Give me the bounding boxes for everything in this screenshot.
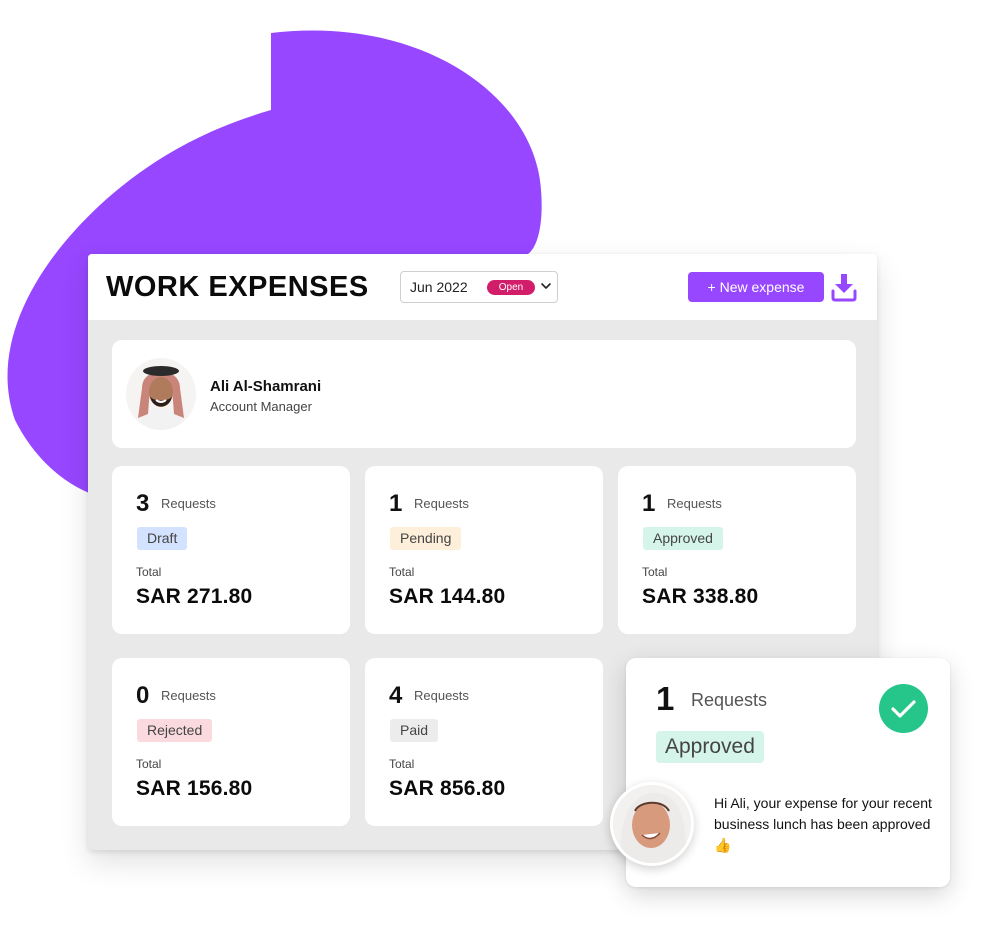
download-icon[interactable] bbox=[830, 272, 858, 302]
requests-label: Requests bbox=[667, 496, 722, 511]
status-badge: Draft bbox=[137, 527, 188, 550]
stat-card-rejected[interactable]: 0 Requests Rejected Total SAR 156.80 bbox=[112, 658, 350, 826]
total-label: Total bbox=[136, 757, 162, 771]
profile-card: Ali Al-Shamrani Account Manager bbox=[112, 340, 856, 448]
sender-avatar bbox=[610, 782, 694, 866]
request-count: 3 bbox=[136, 490, 150, 517]
request-count: 4 bbox=[389, 682, 403, 709]
total-label: Total bbox=[642, 565, 668, 579]
stat-card-paid[interactable]: 4 Requests Paid Total SAR 856.80 bbox=[365, 658, 603, 826]
avatar bbox=[126, 358, 196, 430]
stat-card-draft[interactable]: 3 Requests Draft Total SAR 271.80 bbox=[112, 466, 350, 634]
request-count: 1 bbox=[642, 490, 656, 517]
request-count: 0 bbox=[136, 682, 150, 709]
requests-label: Requests bbox=[414, 496, 469, 511]
woman-in-hijab-avatar bbox=[613, 785, 691, 863]
notification-message: Hi Ali, your expense for your recent bus… bbox=[714, 795, 932, 853]
chevron-down-icon bbox=[541, 283, 551, 289]
check-circle-icon bbox=[879, 684, 928, 733]
requests-label: Requests bbox=[161, 496, 216, 511]
total-amount: SAR 271.80 bbox=[136, 585, 253, 608]
requests-label: Requests bbox=[161, 688, 216, 703]
stat-card-approved[interactable]: 1 Requests Approved Total SAR 338.80 bbox=[618, 466, 856, 634]
request-count: 1 bbox=[389, 490, 403, 517]
status-badge: Approved bbox=[643, 527, 723, 550]
period-select[interactable]: Jun 2022 Open bbox=[400, 271, 558, 303]
total-amount: SAR 856.80 bbox=[389, 777, 506, 800]
period-status-badge: Open bbox=[487, 280, 535, 295]
stat-card-pending[interactable]: 1 Requests Pending Total SAR 144.80 bbox=[365, 466, 603, 634]
page-title: WORK EXPENSES bbox=[106, 271, 369, 303]
notification-requests-label: Requests bbox=[691, 690, 768, 710]
requests-label: Requests bbox=[414, 688, 469, 703]
total-label: Total bbox=[389, 757, 415, 771]
total-amount: SAR 144.80 bbox=[389, 585, 506, 608]
total-label: Total bbox=[389, 565, 415, 579]
status-badge: Rejected bbox=[137, 719, 213, 742]
period-label: Jun 2022 bbox=[410, 279, 468, 295]
man-in-shemagh-avatar bbox=[126, 358, 196, 430]
notification-request-count: 1 bbox=[656, 680, 675, 717]
total-label: Total bbox=[136, 565, 162, 579]
status-badge: Pending bbox=[390, 527, 462, 550]
profile-name: Ali Al-Shamrani bbox=[210, 378, 322, 395]
new-expense-button[interactable]: + New expense bbox=[688, 272, 824, 302]
panel-header: WORK EXPENSES Jun 2022 Open + New expens… bbox=[88, 254, 877, 320]
status-badge: Paid bbox=[390, 719, 439, 742]
total-amount: SAR 338.80 bbox=[642, 585, 759, 608]
profile-role: Account Manager bbox=[210, 399, 312, 414]
total-amount: SAR 156.80 bbox=[136, 777, 253, 800]
notification-status-badge: Approved bbox=[656, 731, 764, 763]
